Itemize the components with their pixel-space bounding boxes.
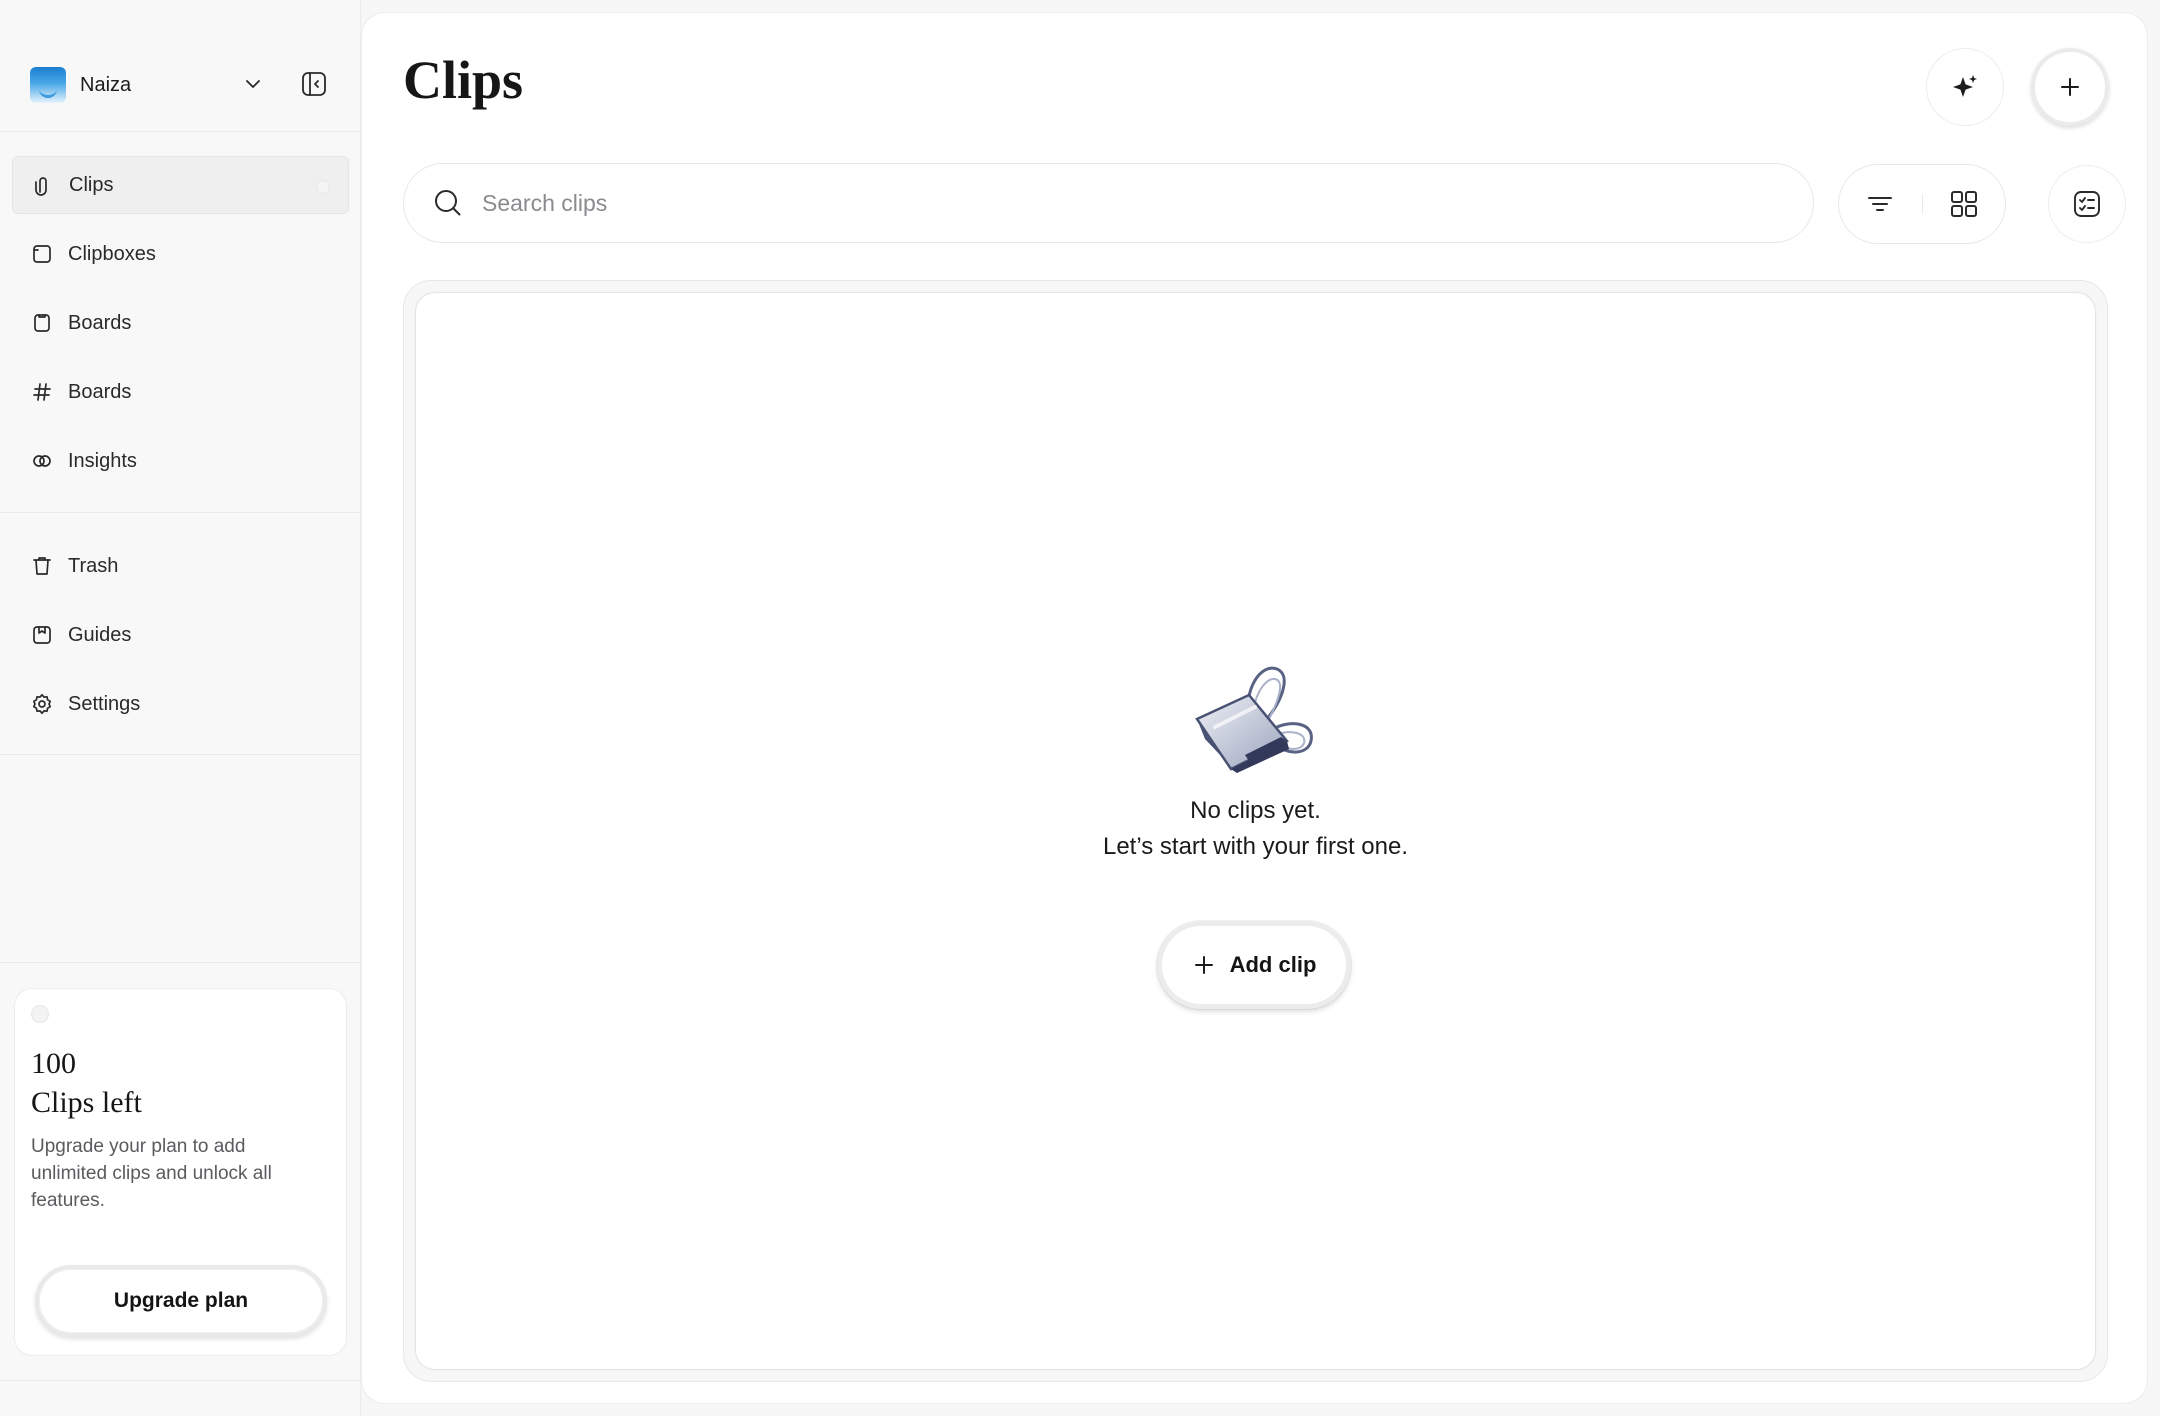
trash-icon: [33, 557, 51, 575]
upgrade-description: Upgrade your plan to add unlimited clips…: [31, 1136, 272, 1211]
upgrade-plan-button[interactable]: Upgrade plan: [35, 1265, 327, 1337]
grid-view-button[interactable]: [1923, 164, 2006, 244]
main-panel: Clips Search clips No clips yet. Let’s s…: [361, 12, 2148, 1404]
sidebar-item-clips[interactable]: Clips: [12, 156, 349, 214]
clips-canvas: No clips yet. Let’s start with your firs…: [415, 292, 2096, 1370]
sidebar-item-label: Clips: [69, 173, 114, 196]
empty-state-title: No clips yet.: [1190, 797, 1321, 824]
board-icon: [34, 314, 50, 332]
sidebar-item-label: Boards: [68, 380, 132, 403]
chevron-down-icon[interactable]: [241, 72, 265, 96]
empty-state: No clips yet. Let’s start with your firs…: [416, 659, 2095, 865]
sidebar-divider: [0, 131, 361, 132]
binder-clip-illustration: [1194, 666, 1313, 773]
select-mode-button[interactable]: [2048, 165, 2126, 243]
sidebar-item-label: Trash: [68, 554, 119, 577]
sidebar: Naiza Clips Clipboxes Boards Boards Insi…: [0, 0, 361, 1416]
sidebar-item-label: Guides: [68, 623, 132, 646]
sidebar-divider: [0, 512, 361, 513]
sidebar-divider: [0, 962, 361, 963]
add-clip-label: Add clip: [1229, 952, 1317, 977]
search-bar[interactable]: [403, 163, 1814, 243]
box-icon: [33, 245, 51, 263]
sidebar-item-label: Settings: [68, 692, 141, 715]
sidebar-divider: [0, 1380, 361, 1381]
gear-icon: [32, 693, 52, 715]
collapse-sidebar-icon[interactable]: [300, 70, 328, 98]
card-indicator-dot: [31, 1005, 49, 1023]
new-clip-button[interactable]: [2031, 48, 2109, 126]
hash-icon: [33, 383, 51, 401]
sidebar-item-guides[interactable]: Guides: [12, 606, 349, 664]
sidebar-item-label: Insights: [68, 449, 137, 472]
add-clip-button[interactable]: Add clip: [1157, 921, 1351, 1009]
clips-container: No clips yet. Let’s start with your firs…: [403, 280, 2108, 1382]
ai-sparkle-button[interactable]: [1926, 48, 2004, 126]
book-icon: [33, 626, 51, 644]
workspace-name: Naiza: [80, 73, 132, 96]
insights-icon: [33, 455, 51, 467]
filter-icon: [1868, 197, 1893, 211]
filter-button[interactable]: [1839, 164, 1922, 244]
workspace-switcher[interactable]: Naiza: [30, 64, 330, 106]
sidebar-item-trash[interactable]: Trash: [12, 537, 349, 595]
search-input[interactable]: [482, 189, 1782, 217]
page-title: Clips: [403, 50, 524, 110]
sidebar-divider: [0, 754, 361, 755]
sidebar-item-insights[interactable]: Insights: [12, 432, 349, 490]
sparkle-icon: [1953, 75, 1977, 97]
status-dot: [316, 180, 330, 194]
view-controls: [1838, 164, 2006, 244]
sidebar-item-boards[interactable]: Boards: [12, 294, 349, 352]
sidebar-item-label: Clipboxes: [68, 242, 156, 265]
sidebar-item-boards-tags[interactable]: Boards: [12, 363, 349, 421]
clips-left-title: Clips left: [31, 1086, 142, 1119]
plus-icon: [1194, 956, 1213, 974]
grid-icon: [1950, 191, 1977, 217]
sidebar-item-settings[interactable]: Settings: [12, 675, 349, 733]
sidebar-item-label: Boards: [68, 311, 132, 334]
plus-icon: [2061, 78, 2079, 96]
search-icon: [435, 190, 461, 216]
sidebar-item-clipboxes[interactable]: Clipboxes: [12, 225, 349, 283]
empty-state-subtitle: Let’s start with your first one.: [1102, 833, 1408, 860]
clips-left-count: 100: [31, 1047, 76, 1080]
workspace-avatar: [30, 67, 66, 103]
paperclip-icon: [35, 177, 47, 196]
upgrade-card: 100 Clips left Upgrade your plan to add …: [14, 988, 347, 1356]
checklist-icon: [2074, 191, 2100, 217]
